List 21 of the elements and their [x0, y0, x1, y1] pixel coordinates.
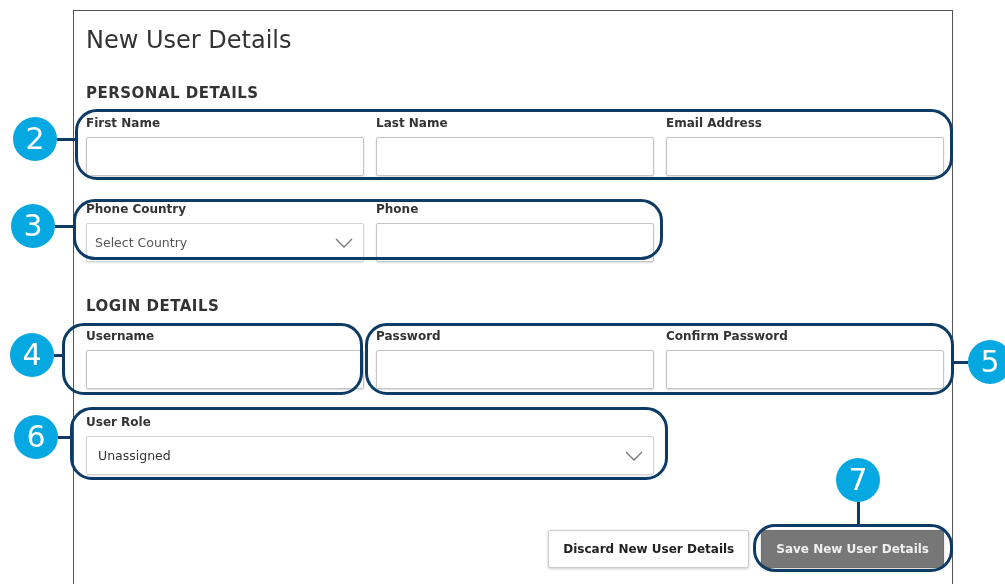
callout-number: 6 [14, 415, 58, 459]
section-heading: LOGIN DETAILS [86, 296, 221, 316]
field-label: Phone Country [86, 201, 188, 217]
discard-button[interactable]: Discard New User Details [548, 530, 750, 568]
dropdown-select[interactable]: Select Country [86, 223, 364, 262]
callout-number: 7 [836, 458, 880, 502]
field-label: User Role [86, 414, 152, 430]
dropdown-select[interactable]: Unassigned [86, 436, 654, 475]
field-label: Email Address [666, 115, 763, 131]
section-heading: PERSONAL DETAILS [86, 83, 260, 103]
callout-number: 4 [10, 333, 54, 377]
field-label: Username [86, 328, 156, 344]
page-title: New User Details [86, 25, 293, 55]
callout-number: 5 [968, 340, 1005, 384]
callout-number: 2 [13, 117, 57, 161]
callout-number: 3 [11, 204, 55, 248]
field-label: Confirm Password [666, 328, 789, 344]
field-label: Password [376, 328, 442, 344]
field-label: Phone [376, 201, 420, 217]
field-label: First Name [86, 115, 162, 131]
field-label: Last Name [376, 115, 449, 131]
